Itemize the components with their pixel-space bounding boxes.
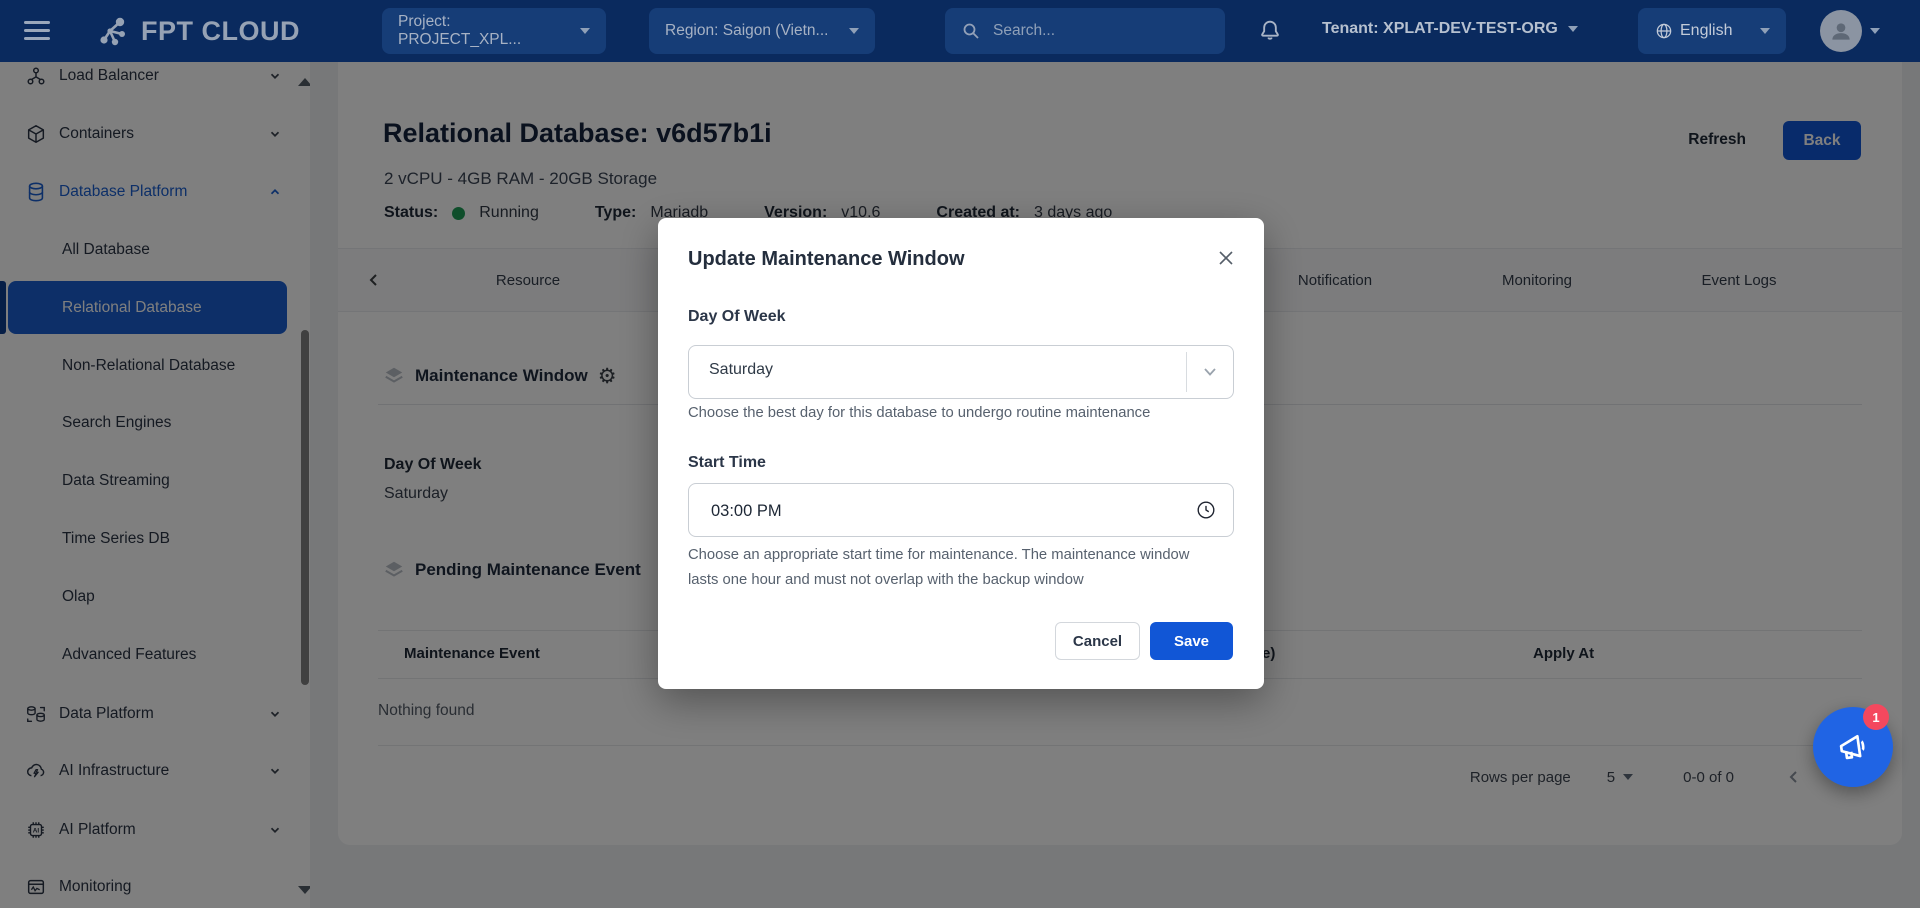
tenant-dropdown[interactable]: Tenant: XPLAT-DEV-TEST-ORG — [1322, 20, 1578, 38]
update-maintenance-window-modal: Update Maintenance Window Day Of Week Sa… — [658, 218, 1264, 689]
language-value: English — [1680, 22, 1732, 40]
day-of-week-selected-value: Saturday — [709, 361, 773, 379]
search-icon — [961, 21, 981, 41]
start-time-field — [688, 483, 1234, 537]
chevron-down-icon — [1760, 28, 1770, 34]
megaphone-icon — [1833, 727, 1873, 767]
globe-icon — [1654, 21, 1674, 41]
notification-badge: 1 — [1863, 704, 1889, 730]
save-button[interactable]: Save — [1150, 622, 1233, 660]
modal-title: Update Maintenance Window — [688, 248, 965, 271]
chevron-down-icon — [580, 28, 590, 34]
search-input[interactable] — [991, 21, 1175, 41]
chevron-down-icon — [1870, 28, 1880, 34]
region-dropdown[interactable]: Region: Saigon (Vietn... — [649, 8, 875, 54]
close-icon[interactable] — [1214, 246, 1238, 270]
hamburger-menu-icon[interactable] — [24, 21, 50, 40]
cancel-button[interactable]: Cancel — [1055, 622, 1140, 660]
avatar — [1820, 10, 1862, 52]
project-dropdown-value: Project: PROJECT_XPL... — [398, 13, 570, 49]
day-of-week-help-text: Choose the best day for this database to… — [688, 401, 1150, 426]
fpt-cloud-logo: FPT CLOUD — [95, 13, 300, 49]
chevron-down-icon — [1201, 363, 1219, 381]
project-dropdown[interactable]: Project: PROJECT_XPL... — [382, 8, 606, 54]
global-search — [945, 8, 1225, 54]
start-time-help-text: Choose an appropriate start time for mai… — [688, 543, 1208, 593]
language-dropdown[interactable]: English — [1638, 8, 1786, 54]
modal-start-time-label: Start Time — [688, 454, 766, 472]
top-navbar: FPT CLOUD Project: PROJECT_XPL... Region… — [0, 0, 1920, 62]
user-menu[interactable] — [1820, 10, 1880, 52]
select-divider — [1186, 352, 1187, 392]
announcements-fab[interactable]: 1 — [1813, 707, 1893, 787]
day-of-week-select[interactable]: Saturday — [688, 345, 1234, 399]
chevron-down-icon — [849, 28, 859, 34]
clock-icon[interactable] — [1195, 499, 1217, 521]
molecule-logo-icon — [95, 13, 131, 49]
chevron-down-icon — [1568, 26, 1578, 32]
brand-name: FPT CLOUD — [141, 16, 300, 47]
tenant-dropdown-value: Tenant: XPLAT-DEV-TEST-ORG — [1322, 20, 1558, 38]
modal-day-of-week-label: Day Of Week — [688, 308, 786, 326]
start-time-input[interactable] — [709, 484, 1093, 538]
notifications-bell-icon[interactable] — [1256, 17, 1284, 45]
region-dropdown-value: Region: Saigon (Vietn... — [665, 22, 828, 40]
